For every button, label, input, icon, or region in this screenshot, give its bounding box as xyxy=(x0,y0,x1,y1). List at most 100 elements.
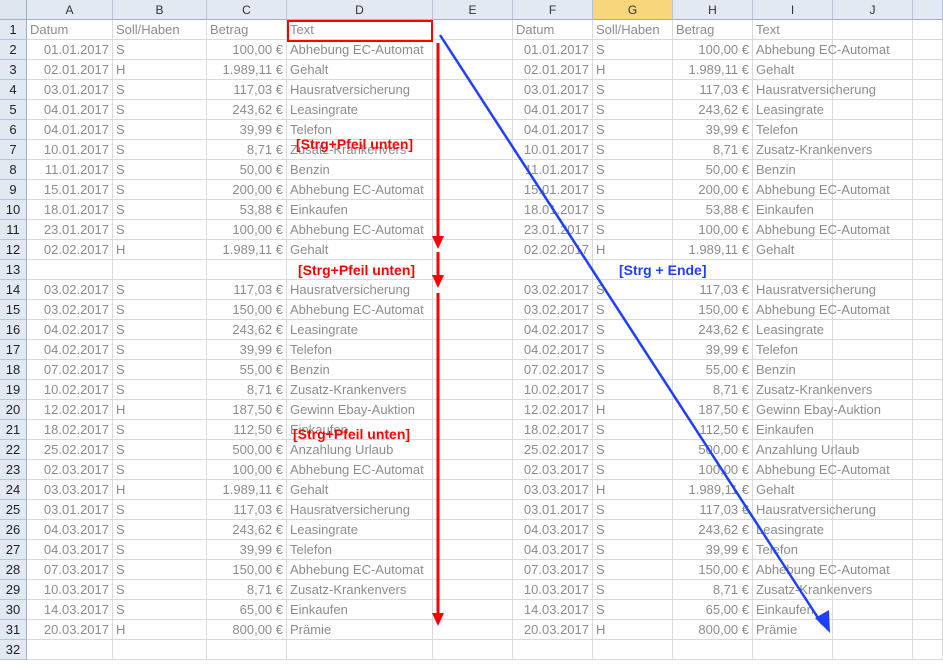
cell-e16[interactable] xyxy=(433,320,513,340)
cell-k11[interactable] xyxy=(913,220,943,240)
cell-f21[interactable]: 18.02.2017 xyxy=(513,420,593,440)
cell-h32[interactable] xyxy=(673,640,753,660)
cell-i3[interactable]: Gehalt xyxy=(753,60,833,80)
column-header-b[interactable]: B xyxy=(113,0,207,20)
cell-f20[interactable]: 12.02.2017 xyxy=(513,400,593,420)
cell-c10[interactable]: 53,88 € xyxy=(207,200,287,220)
cell-k9[interactable] xyxy=(913,180,943,200)
cell-b3[interactable]: H xyxy=(113,60,207,80)
cell-b15[interactable]: S xyxy=(113,300,207,320)
cell-e13[interactable] xyxy=(433,260,513,280)
cell-a32[interactable] xyxy=(27,640,113,660)
cell-g26[interactable]: S xyxy=(593,520,673,540)
cell-b2[interactable]: S xyxy=(113,40,207,60)
cell-g3[interactable]: H xyxy=(593,60,673,80)
row-header-10[interactable]: 10 xyxy=(0,200,27,220)
cell-j31[interactable] xyxy=(833,620,913,640)
cell-b31[interactable]: H xyxy=(113,620,207,640)
cell-a9[interactable]: 15.01.2017 xyxy=(27,180,113,200)
cell-h17[interactable]: 39,99 € xyxy=(673,340,753,360)
cell-a19[interactable]: 10.02.2017 xyxy=(27,380,113,400)
cell-e8[interactable] xyxy=(433,160,513,180)
cell-b1[interactable]: Soll/Haben xyxy=(113,20,207,40)
row-header-29[interactable]: 29 xyxy=(0,580,27,600)
row-header-9[interactable]: 9 xyxy=(0,180,27,200)
cell-h12[interactable]: 1.989,11 € xyxy=(673,240,753,260)
cell-a21[interactable]: 18.02.2017 xyxy=(27,420,113,440)
cell-e5[interactable] xyxy=(433,100,513,120)
row-header-32[interactable]: 32 xyxy=(0,640,27,660)
cell-i28[interactable]: Abhebung EC-Automat xyxy=(753,560,890,580)
row-header-19[interactable]: 19 xyxy=(0,380,27,400)
row-header-27[interactable]: 27 xyxy=(0,540,27,560)
cell-c6[interactable]: 39,99 € xyxy=(207,120,287,140)
cell-a24[interactable]: 03.03.2017 xyxy=(27,480,113,500)
cell-j1[interactable] xyxy=(833,20,913,40)
cell-j8[interactable] xyxy=(833,160,913,180)
cell-b11[interactable]: S xyxy=(113,220,207,240)
cell-a5[interactable]: 04.01.2017 xyxy=(27,100,113,120)
cell-j21[interactable] xyxy=(833,420,913,440)
cell-f26[interactable]: 04.03.2017 xyxy=(513,520,593,540)
cell-b19[interactable]: S xyxy=(113,380,207,400)
cell-a7[interactable]: 10.01.2017 xyxy=(27,140,113,160)
cell-c26[interactable]: 243,62 € xyxy=(207,520,287,540)
cell-g11[interactable]: S xyxy=(593,220,673,240)
cell-a12[interactable]: 02.02.2017 xyxy=(27,240,113,260)
cell-i8[interactable]: Benzin xyxy=(753,160,833,180)
cell-e7[interactable] xyxy=(433,140,513,160)
cell-c31[interactable]: 800,00 € xyxy=(207,620,287,640)
cell-k16[interactable] xyxy=(913,320,943,340)
cell-b24[interactable]: H xyxy=(113,480,207,500)
column-header-c[interactable]: C xyxy=(207,0,287,20)
cell-i17[interactable]: Telefon xyxy=(753,340,833,360)
cell-d25[interactable]: Hausratversicherung xyxy=(287,500,433,520)
cell-k10[interactable] xyxy=(913,200,943,220)
row-header-2[interactable]: 2 xyxy=(0,40,27,60)
cell-a16[interactable]: 04.02.2017 xyxy=(27,320,113,340)
cell-a17[interactable]: 04.02.2017 xyxy=(27,340,113,360)
cell-h16[interactable]: 243,62 € xyxy=(673,320,753,340)
select-all-corner[interactable] xyxy=(0,0,27,20)
cell-k14[interactable] xyxy=(913,280,943,300)
cell-a2[interactable]: 01.01.2017 xyxy=(27,40,113,60)
cell-g6[interactable]: S xyxy=(593,120,673,140)
cell-a18[interactable]: 07.02.2017 xyxy=(27,360,113,380)
cell-a27[interactable]: 04.03.2017 xyxy=(27,540,113,560)
cell-c22[interactable]: 500,00 € xyxy=(207,440,287,460)
cell-f15[interactable]: 03.02.2017 xyxy=(513,300,593,320)
cell-f4[interactable]: 03.01.2017 xyxy=(513,80,593,100)
cell-i18[interactable]: Benzin xyxy=(753,360,833,380)
cell-c16[interactable]: 243,62 € xyxy=(207,320,287,340)
cell-h11[interactable]: 100,00 € xyxy=(673,220,753,240)
cell-k4[interactable] xyxy=(913,80,943,100)
cell-e28[interactable] xyxy=(433,560,513,580)
cell-h9[interactable]: 200,00 € xyxy=(673,180,753,200)
cell-e15[interactable] xyxy=(433,300,513,320)
cell-c25[interactable]: 117,03 € xyxy=(207,500,287,520)
cell-c8[interactable]: 50,00 € xyxy=(207,160,287,180)
cell-k25[interactable] xyxy=(913,500,943,520)
cell-f18[interactable]: 07.02.2017 xyxy=(513,360,593,380)
cell-k1[interactable] xyxy=(913,20,943,40)
cell-a8[interactable]: 11.01.2017 xyxy=(27,160,113,180)
cell-d18[interactable]: Benzin xyxy=(287,360,433,380)
cell-a23[interactable]: 02.03.2017 xyxy=(27,460,113,480)
cell-h2[interactable]: 100,00 € xyxy=(673,40,753,60)
cell-j24[interactable] xyxy=(833,480,913,500)
cell-e19[interactable] xyxy=(433,380,513,400)
cell-i10[interactable]: Einkaufen xyxy=(753,200,833,220)
cell-j32[interactable] xyxy=(833,640,913,660)
cell-h21[interactable]: 112,50 € xyxy=(673,420,753,440)
cell-b8[interactable]: S xyxy=(113,160,207,180)
cell-h23[interactable]: 100,00 € xyxy=(673,460,753,480)
cell-g32[interactable] xyxy=(593,640,673,660)
row-header-26[interactable]: 26 xyxy=(0,520,27,540)
cell-b4[interactable]: S xyxy=(113,80,207,100)
cell-f32[interactable] xyxy=(513,640,593,660)
column-header-a[interactable]: A xyxy=(27,0,113,20)
row-header-11[interactable]: 11 xyxy=(0,220,27,240)
cell-e3[interactable] xyxy=(433,60,513,80)
cell-h24[interactable]: 1.989,11 € xyxy=(673,480,753,500)
cell-c7[interactable]: 8,71 € xyxy=(207,140,287,160)
